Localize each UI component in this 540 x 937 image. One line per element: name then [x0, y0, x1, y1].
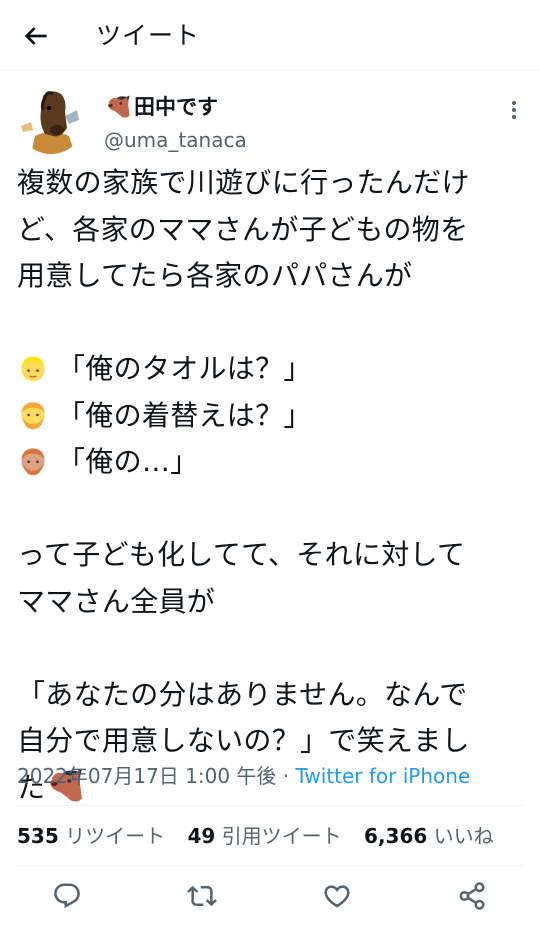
quote-text: 「俺のタオルは？」	[57, 352, 312, 385]
red-haired-man-emoji-icon	[21, 448, 45, 476]
divider	[17, 805, 523, 806]
author-name: 田中です	[134, 95, 218, 119]
bearded-man-emoji-icon	[21, 402, 45, 429]
retweet-count[interactable]: 535	[17, 824, 59, 848]
like-heart-icon[interactable]	[322, 881, 352, 911]
retweet-icon[interactable]	[187, 881, 217, 911]
quote-label[interactable]: 引用ツイート	[222, 824, 342, 848]
tweet-line: って子ども化してて、それに対して	[17, 538, 466, 571]
tweet-text: 複数の家族で川遊びに行ったんだけ ど、各家のママさんが子どもの物を 用意してたら…	[17, 160, 529, 811]
tweet-line: 用意してたら各家のパパさんが	[17, 259, 413, 292]
author-handle[interactable]: @uma_tanaca	[104, 127, 247, 153]
divider	[17, 865, 523, 866]
timestamp[interactable]: 2022年07月17日 1:00 午後 ·	[17, 764, 296, 788]
avatar[interactable]	[17, 86, 85, 154]
page-title: ツイート	[96, 21, 201, 50]
retweet-label[interactable]: リツイート	[65, 824, 165, 848]
reply-icon[interactable]	[52, 881, 82, 911]
back-arrow-icon[interactable]	[20, 20, 52, 52]
top-bar: ツイート	[0, 0, 540, 71]
horse-face-icon	[107, 95, 130, 118]
more-options-icon[interactable]	[502, 98, 526, 122]
blond-person-emoji-icon	[21, 356, 45, 382]
tweet-line: 「あなたの分はありません。なんで	[17, 677, 468, 711]
horse-mask-avatar-icon	[17, 86, 85, 154]
author-name-row[interactable]: 田中です	[104, 92, 218, 122]
tweet-line: 自分で用意しないの？」で笑えまし	[17, 724, 470, 757]
like-label[interactable]: いいね	[434, 824, 494, 848]
tweet-line: ど、各家のママさんが子どもの物を	[17, 212, 469, 246]
quote-text: 「俺の…」	[57, 445, 199, 478]
quote-line-2: 「俺の着替えは？」	[17, 393, 529, 440]
share-icon[interactable]	[457, 881, 487, 911]
quote-line-1: 「俺のタオルは？」	[17, 346, 529, 393]
source-link[interactable]: Twitter for iPhone	[296, 764, 471, 788]
quote-line-3: 「俺の…」	[17, 439, 529, 486]
engagement-stats: 535 リツイート 49 引用ツイート 6,366 いいね	[17, 821, 510, 851]
quote-count[interactable]: 49	[187, 824, 215, 848]
tweet-meta: 2022年07月17日 1:00 午後 · Twitter for iPhone	[17, 761, 470, 791]
tweet-line: 複数の家族で川遊びに行ったんだけ	[17, 166, 470, 199]
quote-text: 「俺の着替えは？」	[57, 398, 312, 432]
like-count[interactable]: 6,366	[364, 824, 427, 848]
tweet-line: ママさん全員が	[17, 584, 216, 618]
